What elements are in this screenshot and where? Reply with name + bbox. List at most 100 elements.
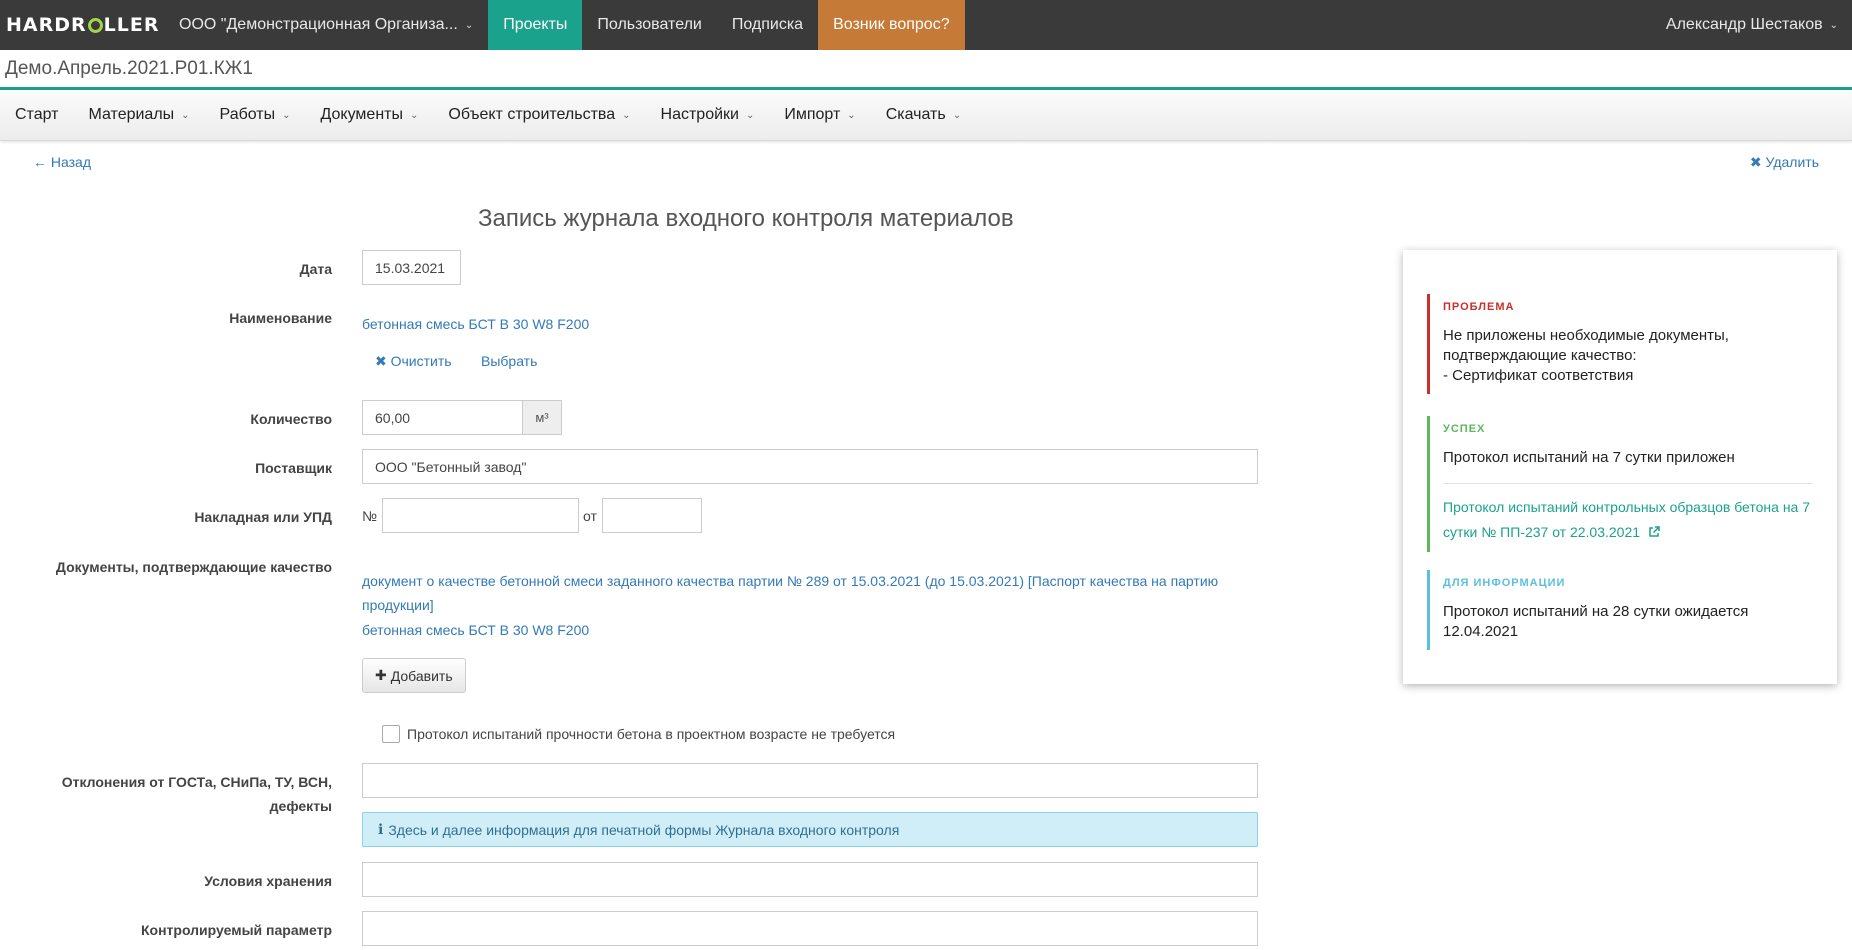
info-icon: ℹ xyxy=(378,821,384,837)
supplier-input[interactable]: ООО "Бетонный завод" xyxy=(362,449,1258,484)
menu-label: Старт xyxy=(15,106,59,123)
external-link-icon xyxy=(1649,526,1660,537)
problem-title: ПРОБЛЕМА xyxy=(1443,301,1515,313)
info-note-text: Здесь и далее информация для печатной фо… xyxy=(388,821,900,838)
clear-button[interactable]: ✖ Очистить xyxy=(375,349,452,373)
nav-subscription[interactable]: Подписка xyxy=(717,0,818,50)
deviations-label: Отклонения от ГОСТа, СНиПа, ТУ, ВСН, дефе… xyxy=(62,770,332,818)
param-input[interactable] xyxy=(362,911,1258,946)
org-selector[interactable]: ООО "Демонстрационная Организа... ⌄ xyxy=(165,0,488,50)
quality-document-link[interactable]: документ о качестве бетонной смеси задан… xyxy=(362,569,1218,593)
menu-label: Импорт xyxy=(784,106,841,123)
param-label: Контролируемый параметр xyxy=(141,922,332,938)
status-panel: ПРОБЛЕМА Не приложены необходимые докуме… xyxy=(1403,250,1837,684)
menu-label: Материалы xyxy=(88,106,175,123)
chevron-down-icon: ⌄ xyxy=(952,109,962,121)
menu-construction-object[interactable]: Объект строительства ⌄ xyxy=(433,106,645,124)
protocol-link-line2: сутки № ПП-237 от 22.03.2021 xyxy=(1443,524,1641,540)
add-document-button[interactable]: ✚ Добавить xyxy=(362,658,466,693)
menu-settings[interactable]: Настройки ⌄ xyxy=(646,106,770,124)
page-title: Запись журнала входного контроля материа… xyxy=(478,205,1014,232)
supplier-label: Поставщик xyxy=(255,460,332,476)
user-name: Александр Шестаков xyxy=(1665,16,1823,33)
deviations-label-line2: дефекты xyxy=(269,798,332,814)
help-button[interactable]: Возник вопрос? xyxy=(818,0,965,50)
chevron-down-icon: ⌄ xyxy=(1829,19,1838,31)
info-note: ℹ Здесь и далее информация для печатной ф… xyxy=(362,812,1258,847)
date-label: Дата xyxy=(299,261,332,277)
menu-works[interactable]: Работы ⌄ xyxy=(205,106,306,124)
chevron-down-icon: ⌄ xyxy=(464,19,474,31)
chevron-down-icon: ⌄ xyxy=(181,109,190,121)
success-text: Протокол испытаний на 7 сутки приложен xyxy=(1443,449,1735,466)
storage-label: Условия хранения xyxy=(204,873,332,889)
material-name-link[interactable]: бетонная смесь БСТ В 30 W8 F200 xyxy=(362,312,589,336)
clear-label: Очистить xyxy=(390,353,452,369)
choose-button[interactable]: Выбрать xyxy=(481,349,537,373)
date-input[interactable]: 15.03.2021 xyxy=(362,250,461,285)
chevron-down-icon: ⌄ xyxy=(847,109,856,121)
quantity-unit: м³ xyxy=(522,400,562,435)
logo-text-left: HARDR xyxy=(6,14,87,36)
info-block: ДЛЯ ИНФОРМАЦИИ Протокол испытаний на 28 … xyxy=(1427,570,1813,650)
quality-document-link-cont[interactable]: продукции] xyxy=(362,593,434,617)
plus-icon: ✚ xyxy=(375,667,387,683)
invoice-label: Накладная или УПД xyxy=(194,509,332,525)
menu-label: Документы xyxy=(320,106,403,123)
info-title: ДЛЯ ИНФОРМАЦИИ xyxy=(1443,577,1566,589)
user-menu[interactable]: Александр Шестаков ⌄ xyxy=(1651,0,1852,50)
protocol-7-days-link[interactable]: Протокол испытаний контрольных образцов … xyxy=(1443,495,1813,545)
logo[interactable]: HARDR LLER xyxy=(0,0,165,50)
quantity-label: Количество xyxy=(250,411,332,427)
menu-label: Скачать xyxy=(885,106,946,123)
documents-label: Документы, подтверждающие качество xyxy=(55,559,332,575)
menu-materials[interactable]: Материалы ⌄ xyxy=(73,106,204,124)
menu-import[interactable]: Импорт ⌄ xyxy=(769,106,870,124)
add-label: Добавить xyxy=(390,667,453,684)
chevron-down-icon: ⌄ xyxy=(410,109,419,121)
storage-input[interactable] xyxy=(362,862,1258,897)
info-text: Протокол испытаний на 28 сутки ожидается… xyxy=(1443,603,1749,640)
logo-ring-icon xyxy=(87,17,103,33)
document-material-link[interactable]: бетонная смесь БСТ В 30 W8 F200 xyxy=(362,618,589,642)
invoice-number-input[interactable] xyxy=(382,498,579,533)
logo-text-right: LLER xyxy=(103,14,160,36)
close-icon: ✖ xyxy=(375,353,387,369)
project-name[interactable]: Демо.Апрель.2021.Р01.КЖ1 xyxy=(5,58,253,80)
divider xyxy=(1443,483,1813,484)
invoice-date-input[interactable] xyxy=(602,498,702,533)
quantity-input[interactable]: 60,00 xyxy=(362,400,523,435)
problem-block: ПРОБЛЕМА Не приложены необходимые докуме… xyxy=(1427,294,1813,394)
chevron-down-icon: ⌄ xyxy=(622,109,631,121)
protocol-not-required-checkbox[interactable] xyxy=(382,725,400,743)
menu-label: Объект строительства xyxy=(448,106,616,123)
deviations-label-line1: Отклонения от ГОСТа, СНиПа, ТУ, ВСН, xyxy=(61,774,332,790)
close-icon: ✖ xyxy=(1749,154,1762,170)
project-menu: Старт Материалы ⌄ Работы ⌄ Документы ⌄ Объе… xyxy=(0,90,1852,141)
invoice-date-prefix: от xyxy=(583,508,597,524)
chevron-down-icon: ⌄ xyxy=(282,109,291,121)
menu-download[interactable]: Скачать ⌄ xyxy=(871,106,976,124)
name-label: Наименование xyxy=(229,310,332,326)
success-block: УСПЕХ Протокол испытаний на 7 сутки прил… xyxy=(1427,416,1813,552)
protocol-link-line1: Протокол испытаний контрольных образцов … xyxy=(1443,499,1811,515)
menu-label: Настройки xyxy=(660,106,739,123)
project-bar: Демо.Апрель.2021.Р01.КЖ1 xyxy=(0,50,1852,90)
nav-users[interactable]: Пользователи xyxy=(582,0,716,50)
success-title: УСПЕХ xyxy=(1443,423,1486,435)
protocol-not-required-label: Протокол испытаний прочности бетона в пр… xyxy=(407,726,896,742)
chevron-down-icon: ⌄ xyxy=(745,109,755,121)
deviations-input[interactable] xyxy=(362,763,1258,798)
problem-text: Не приложены необходимые документы, подт… xyxy=(1443,327,1729,384)
menu-label: Работы xyxy=(219,106,276,123)
top-navbar: HARDR LLER ООО "Демонстрационная Организа… xyxy=(0,0,1852,50)
menu-documents[interactable]: Документы ⌄ xyxy=(306,106,434,124)
invoice-number-prefix: № xyxy=(362,508,378,524)
delete-label: Удалить xyxy=(1765,154,1819,170)
org-name: ООО "Демонстрационная Организа... xyxy=(179,16,458,33)
delete-link[interactable]: ✖ Удалить xyxy=(1750,154,1819,171)
menu-start[interactable]: Старт xyxy=(0,106,73,124)
nav-projects[interactable]: Проекты xyxy=(488,0,583,50)
back-link[interactable]: ← Назад xyxy=(33,154,91,170)
